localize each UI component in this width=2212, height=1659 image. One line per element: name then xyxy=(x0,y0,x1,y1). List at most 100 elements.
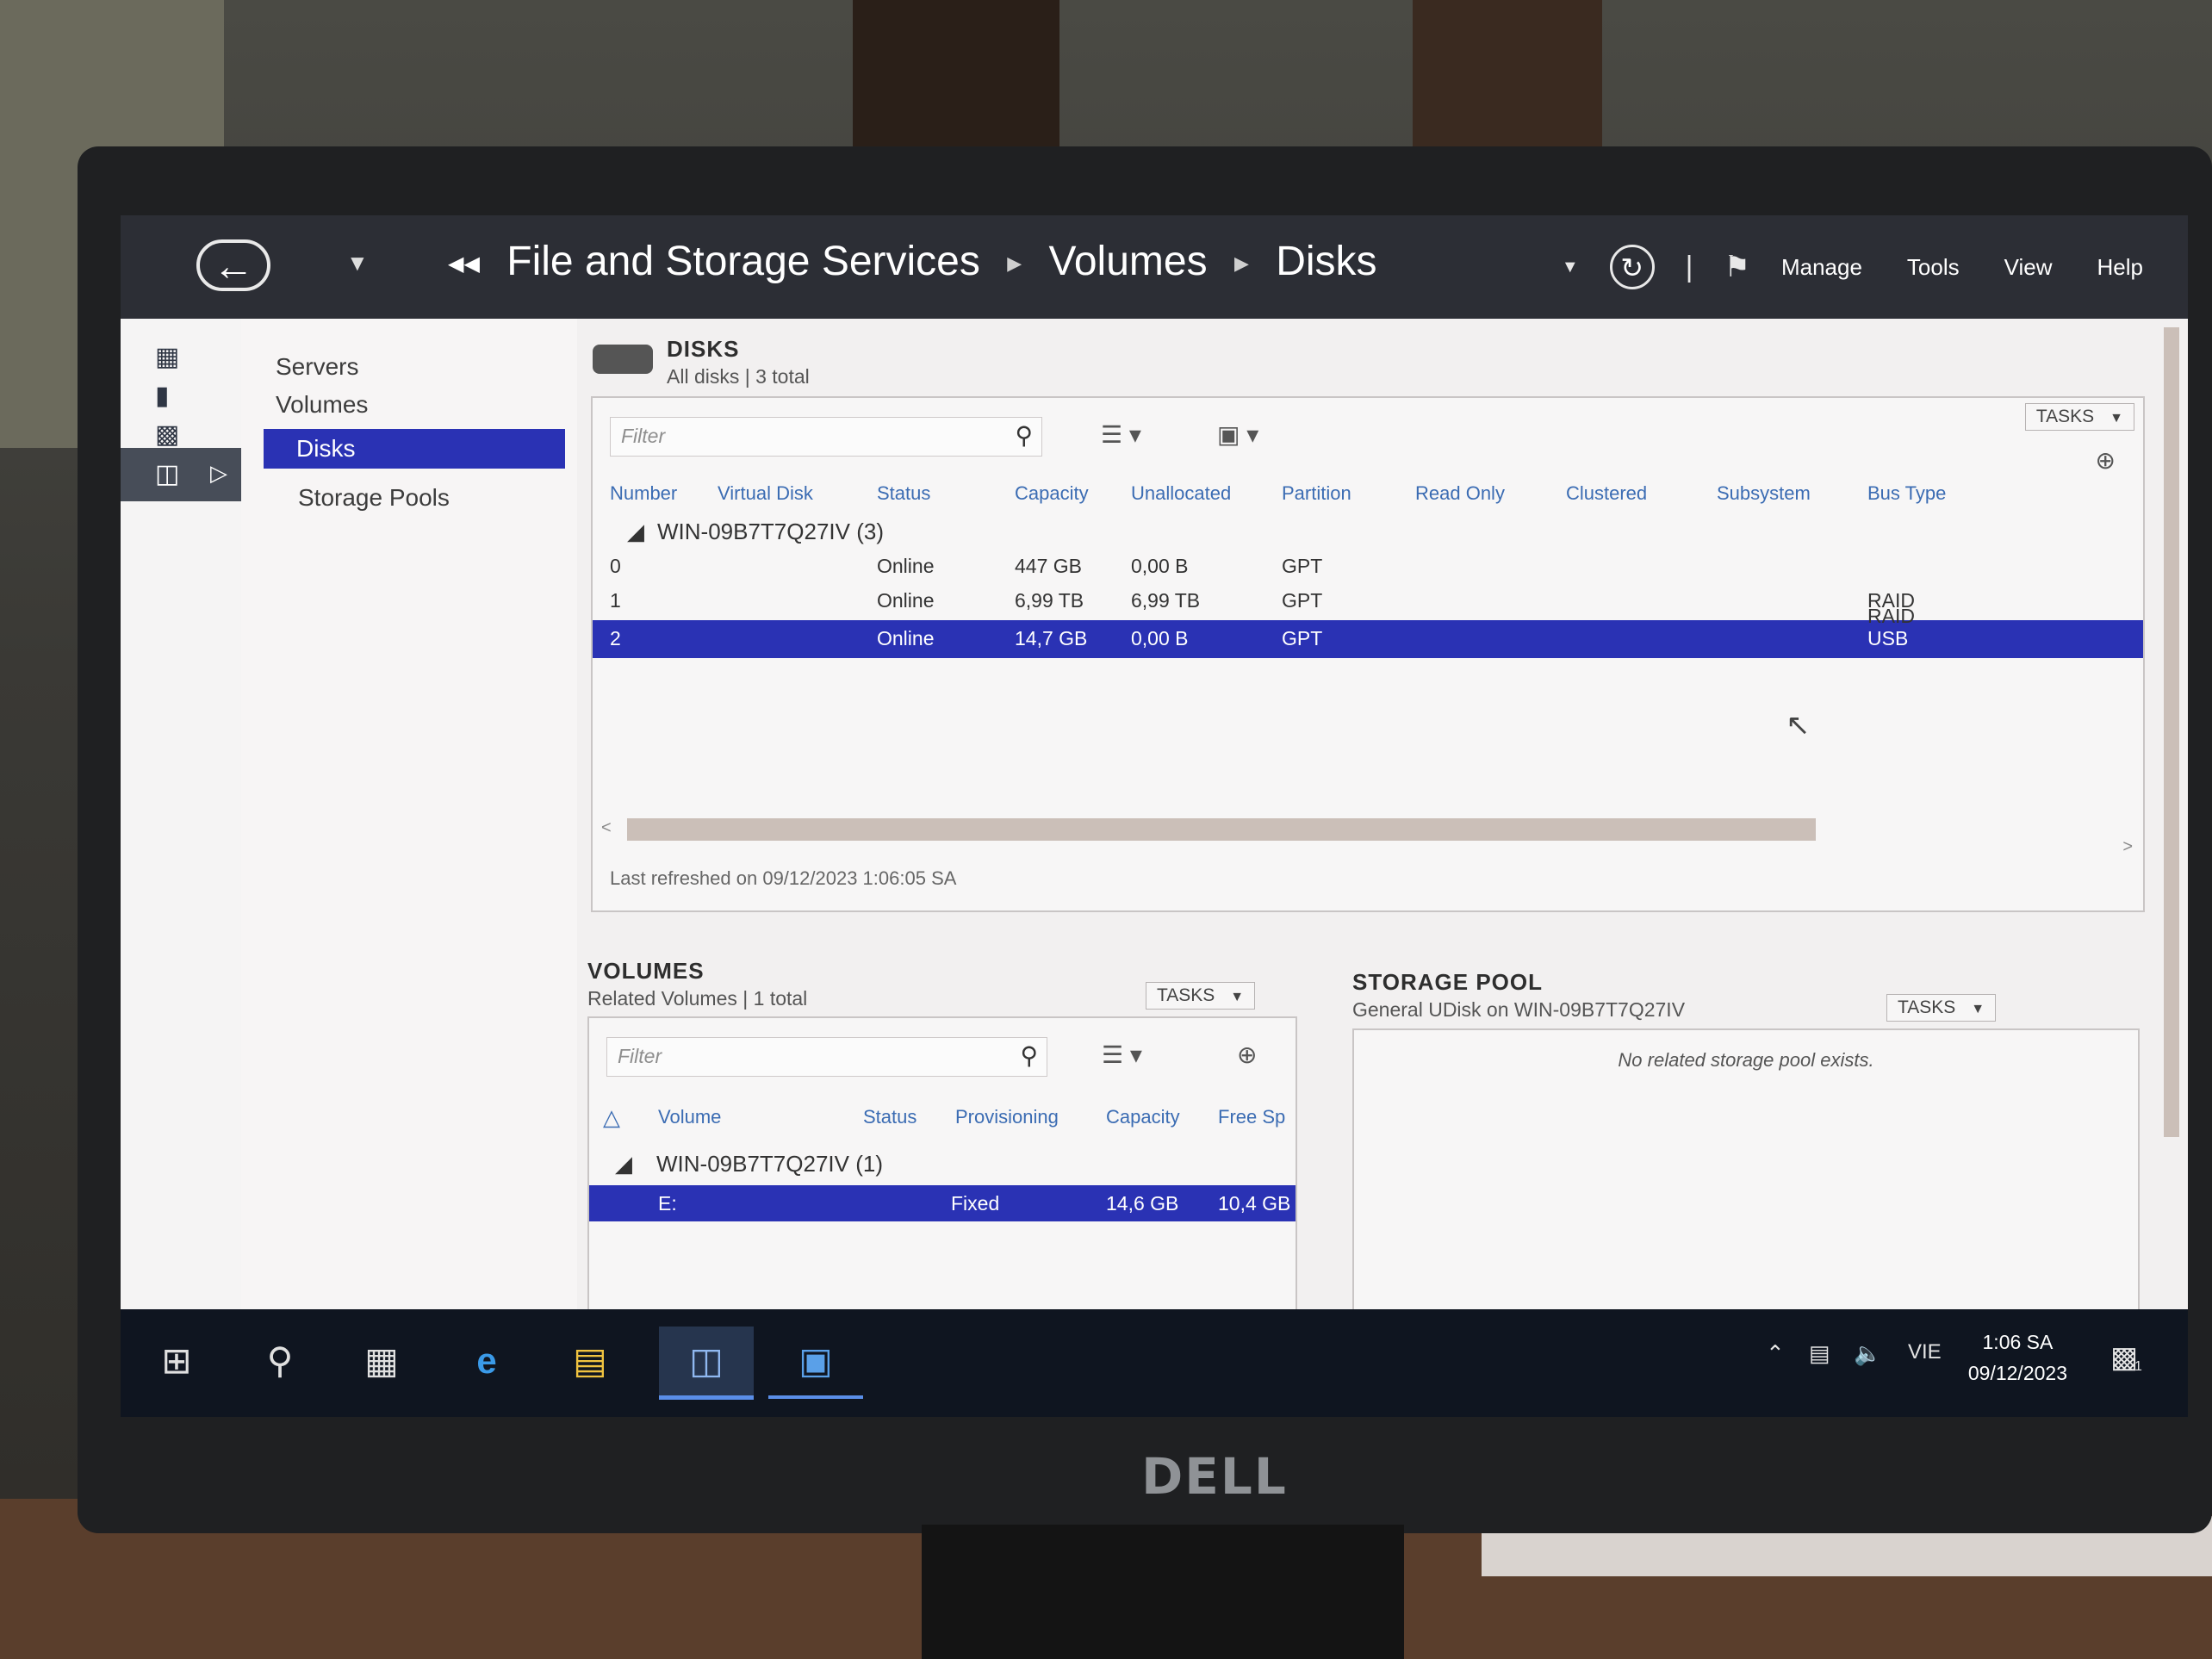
breadcrumb-separator-icon: ▶ xyxy=(1233,252,1249,275)
vertical-scrollbar[interactable] xyxy=(2164,327,2179,1137)
menu-tools[interactable]: Tools xyxy=(1907,254,1960,281)
file-explorer-icon[interactable]: ▤ xyxy=(551,1327,629,1395)
save-query-icon[interactable]: ▣ ▾ xyxy=(1217,420,1258,449)
disks-tasks-button[interactable]: TASKS ▼ xyxy=(2024,403,2134,431)
storage-pool-subtitle: General UDisk on WIN-09B7T7Q27IV xyxy=(1352,998,1686,1021)
col-subsystem[interactable]: Subsystem xyxy=(1717,482,1811,505)
col-volume[interactable]: Volume xyxy=(658,1106,721,1128)
disk-0-number[interactable]: 0 xyxy=(610,555,621,578)
search-icon[interactable]: ⚲ xyxy=(241,1327,319,1395)
disk-1-number[interactable]: 1 xyxy=(610,589,621,612)
task-view-icon[interactable]: ▦ xyxy=(343,1327,420,1395)
input-language[interactable]: VIE xyxy=(1908,1340,1942,1364)
network-icon[interactable]: ▤ xyxy=(1809,1340,1830,1367)
chevron-double-left-icon[interactable]: ◀◀ xyxy=(448,252,480,276)
dashboard-icon[interactable]: ▦ xyxy=(155,345,193,370)
local-server-icon[interactable]: ▮ xyxy=(155,383,193,409)
list-view-icon[interactable]: ☰ ▾ xyxy=(1102,1041,1142,1069)
col-number[interactable]: Number xyxy=(610,482,677,505)
menu-manage[interactable]: Manage xyxy=(1781,254,1862,281)
scroll-right-icon[interactable]: > xyxy=(2122,837,2133,857)
volumes-tasks-button[interactable]: TASKS ▼ xyxy=(1146,982,1256,1010)
server-manager-icon[interactable]: ◫ xyxy=(659,1327,754,1400)
nav-item-servers[interactable]: Servers xyxy=(276,353,358,381)
title-bar: ← ▼ ◀◀ File and Storage Services ▶ Volum… xyxy=(121,215,2188,319)
disk-1-unallocated[interactable]: 6,99 TB xyxy=(1131,589,1200,612)
flag-icon[interactable]: ⚑ xyxy=(1724,250,1749,284)
storage-pool-title: STORAGE POOL xyxy=(1352,969,1543,995)
disks-group-header[interactable]: WIN-09B7T7Q27IV (3) xyxy=(657,519,884,545)
disk-1-capacity[interactable]: 6,99 TB xyxy=(1015,589,1084,612)
history-dropdown-icon[interactable]: ▼ xyxy=(346,250,369,276)
menu-help[interactable]: Help xyxy=(2097,254,2143,281)
group-expander-icon[interactable]: ◢ xyxy=(627,519,644,545)
col-bus-type[interactable]: Bus Type xyxy=(1867,482,1946,505)
volume-row-selected[interactable]: E: Fixed 14,6 GB 10,4 GB xyxy=(589,1185,1296,1221)
disk-2-unallocated: 0,00 B xyxy=(1131,627,1189,649)
nav-item-volumes[interactable]: Volumes xyxy=(276,391,368,419)
col-free-space[interactable]: Free Sp xyxy=(1218,1106,1285,1128)
collapse-icon[interactable]: ⊕ xyxy=(2096,446,2116,475)
internet-explorer-icon[interactable]: e xyxy=(448,1327,525,1395)
expand-arrow-icon[interactable]: ▷ xyxy=(210,460,227,487)
breadcrumb-item-disks[interactable]: Disks xyxy=(1276,239,1376,284)
horizontal-scrollbar[interactable] xyxy=(627,818,1816,841)
monitor-brand-logo: DELL xyxy=(1141,1447,1288,1506)
col-virtual-disk[interactable]: Virtual Disk xyxy=(718,482,813,505)
volumes-subtitle: Related Volumes | 1 total xyxy=(587,987,808,1010)
search-icon[interactable]: ⚲ xyxy=(1020,1041,1038,1070)
disk-row-selected[interactable]: 2 Online 14,7 GB 0,00 B GPT RAID USB xyxy=(593,605,2143,658)
disk-2-capacity: 14,7 GB xyxy=(1015,627,1088,649)
col-clustered[interactable]: Clustered xyxy=(1566,482,1647,505)
volume-muted-icon[interactable]: 🔈 xyxy=(1854,1340,1881,1367)
notification-count: 1 xyxy=(2134,1359,2142,1374)
storage-pool-tasks-button[interactable]: TASKS ▼ xyxy=(1886,994,1997,1022)
file-storage-icon: ◫ xyxy=(155,460,180,488)
dropdown-icon[interactable]: ▼ xyxy=(1562,258,1579,277)
disk-1-partition[interactable]: GPT xyxy=(1282,589,1322,612)
scroll-left-icon[interactable]: < xyxy=(601,818,612,838)
collapse-icon[interactable]: ⊕ xyxy=(1237,1041,1257,1069)
col-status[interactable]: Status xyxy=(877,482,930,505)
breadcrumb-item-volumes[interactable]: Volumes xyxy=(1048,239,1207,284)
disk-drive-icon xyxy=(593,345,653,374)
all-servers-icon[interactable]: ▩ xyxy=(155,422,193,448)
nav-item-disks[interactable]: Disks xyxy=(264,429,565,469)
disk-0-partition[interactable]: GPT xyxy=(1282,555,1322,578)
content-area: DISKS All disks | 3 total TASKS ▼ Filter … xyxy=(577,319,2188,1417)
col-read-only[interactable]: Read Only xyxy=(1415,482,1505,505)
chevron-up-icon[interactable]: ⌃ xyxy=(1766,1340,1785,1367)
disk-0-unallocated[interactable]: 0,00 B xyxy=(1131,555,1189,578)
disk-0-status[interactable]: Online xyxy=(877,555,934,578)
chevron-down-icon: ▼ xyxy=(2109,411,2123,426)
disk-0-capacity[interactable]: 447 GB xyxy=(1015,555,1082,578)
clock-time: 1:06 SA xyxy=(1982,1331,2054,1353)
col-unallocated[interactable]: Unallocated xyxy=(1131,482,1231,505)
col-capacity[interactable]: Capacity xyxy=(1015,482,1089,505)
disk-extra-bus-type: USB xyxy=(1867,627,1909,649)
disks-filter-input[interactable]: Filter ⚲ xyxy=(610,417,1042,457)
menu-view[interactable]: View xyxy=(2004,254,2053,281)
tasks-label: TASKS xyxy=(1157,985,1215,1005)
clock[interactable]: 1:06 SA 09/12/2023 xyxy=(1968,1327,2067,1389)
windows-start-icon[interactable]: ⊞ xyxy=(138,1327,215,1395)
back-button[interactable]: ← xyxy=(196,239,270,291)
breadcrumb: ◀◀ File and Storage Services ▶ Volumes ▶… xyxy=(448,238,1377,285)
group-expander-icon[interactable]: ◢ xyxy=(615,1151,632,1177)
col-status[interactable]: Status xyxy=(863,1106,916,1128)
computer-management-icon[interactable]: ▣ xyxy=(768,1327,863,1399)
disk-1-status[interactable]: Online xyxy=(877,589,934,612)
col-partition[interactable]: Partition xyxy=(1282,482,1351,505)
col-capacity[interactable]: Capacity xyxy=(1106,1106,1180,1128)
breadcrumb-item-file-storage[interactable]: File and Storage Services xyxy=(506,239,980,284)
nav-item-storage-pools[interactable]: Storage Pools xyxy=(298,484,450,512)
list-view-icon[interactable]: ☰ ▾ xyxy=(1101,420,1141,449)
col-provisioning[interactable]: Provisioning xyxy=(955,1106,1059,1128)
refresh-icon[interactable]: ↻ xyxy=(1609,245,1655,289)
monitor-stand xyxy=(922,1525,1404,1659)
volumes-filter-input[interactable]: Filter ⚲ xyxy=(606,1037,1047,1077)
volumes-group-header[interactable]: WIN-09B7T7Q27IV (1) xyxy=(656,1151,883,1177)
file-storage-nav[interactable]: ◫ ▷ xyxy=(121,448,241,501)
filter-placeholder: Filter xyxy=(618,1045,662,1067)
search-icon[interactable]: ⚲ xyxy=(1015,421,1033,450)
